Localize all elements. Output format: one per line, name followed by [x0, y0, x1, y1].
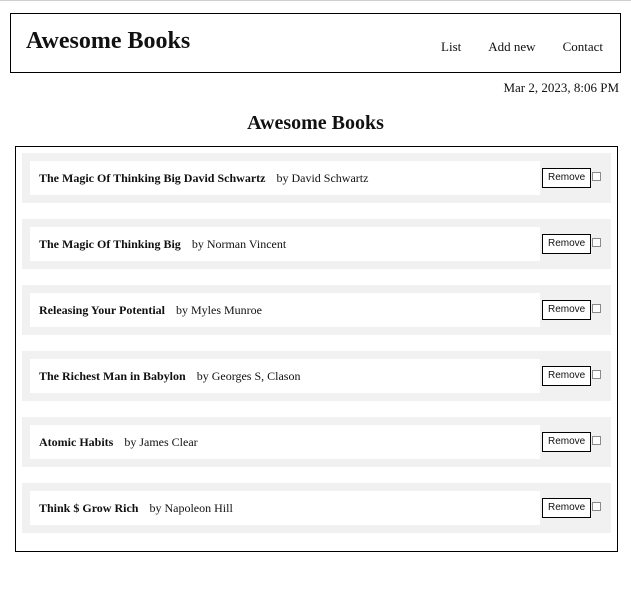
book-row: Atomic Habits by James Clear Remove: [22, 417, 611, 467]
remove-button[interactable]: Remove: [542, 432, 592, 452]
book-row: The Magic Of Thinking Big David Schwartz…: [22, 153, 611, 203]
remove-button[interactable]: Remove: [542, 168, 592, 188]
current-datetime: Mar 2, 2023, 8:06 PM: [503, 80, 619, 95]
book-card: The Magic Of Thinking Big David Schwartz…: [30, 161, 540, 195]
remove-button[interactable]: Remove: [542, 234, 592, 254]
book-row: Releasing Your Potential by Myles Munroe…: [22, 285, 611, 335]
top-divider: [0, 0, 631, 1]
remove-button[interactable]: Remove: [542, 366, 592, 386]
site-header: Awesome Books List Add new Contact: [10, 13, 621, 73]
book-row: The Magic Of Thinking Big by Norman Vinc…: [22, 219, 611, 269]
nav-link-contact[interactable]: Contact: [563, 39, 603, 55]
book-title: The Magic Of Thinking Big: [39, 236, 181, 251]
remove-button[interactable]: Remove: [542, 498, 592, 518]
remove-button[interactable]: Remove: [542, 300, 592, 320]
book-title: The Magic Of Thinking Big David Schwartz: [39, 170, 266, 185]
book-card: The Richest Man in Babylon by Georges S,…: [30, 359, 540, 393]
book-row: The Richest Man in Babylon by Georges S,…: [22, 351, 611, 401]
book-title: Atomic Habits: [39, 434, 114, 449]
book-checkbox[interactable]: [592, 304, 601, 313]
book-title: The Richest Man in Babylon: [39, 368, 186, 383]
book-author: by James Clear: [124, 434, 198, 449]
book-author: by Napoleon Hill: [149, 500, 233, 515]
brand-logo-text: Awesome Books: [26, 28, 191, 54]
book-checkbox[interactable]: [592, 238, 601, 247]
book-card: Think $ Grow Rich by Napoleon Hill: [30, 491, 540, 525]
book-author: by Myles Munroe: [176, 302, 262, 317]
main-nav: List Add new Contact: [441, 39, 620, 55]
book-card: Atomic Habits by James Clear: [30, 425, 540, 459]
nav-link-list[interactable]: List: [441, 39, 461, 55]
book-card: Releasing Your Potential by Myles Munroe: [30, 293, 540, 327]
book-checkbox[interactable]: [592, 370, 601, 379]
book-author: by David Schwartz: [276, 170, 369, 185]
book-title: Releasing Your Potential: [39, 302, 165, 317]
book-list: The Magic Of Thinking Big David Schwartz…: [15, 146, 618, 552]
book-checkbox[interactable]: [592, 436, 601, 445]
book-checkbox[interactable]: [592, 502, 601, 511]
book-title: Think $ Grow Rich: [39, 500, 139, 515]
page-title: Awesome Books: [247, 112, 384, 134]
book-author: by Norman Vincent: [191, 236, 287, 251]
book-card: The Magic Of Thinking Big by Norman Vinc…: [30, 227, 540, 261]
book-row: Think $ Grow Rich by Napoleon Hill Remov…: [22, 483, 611, 533]
nav-link-add-new[interactable]: Add new: [488, 39, 535, 55]
book-checkbox[interactable]: [592, 172, 601, 181]
book-author: by Georges S, Clason: [196, 368, 301, 383]
